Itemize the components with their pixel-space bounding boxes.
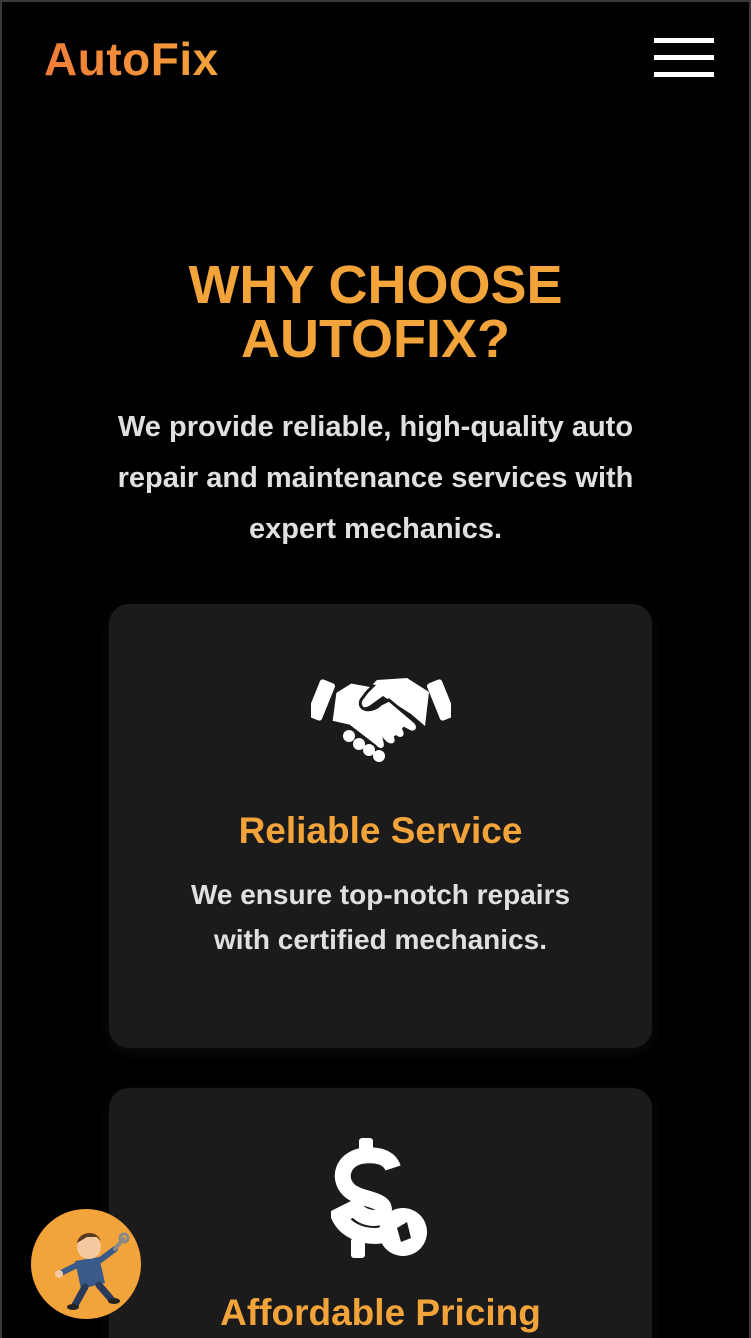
card-description: We ensure top-notch repairs with certifi… <box>169 872 592 962</box>
intro-line: repair and maintenance services with <box>117 462 634 494</box>
brand-logo[interactable]: AutoFix <box>44 32 219 86</box>
menu-bar <box>654 72 714 77</box>
menu-bar <box>654 55 714 60</box>
feature-card-reliable-service: Reliable Service We ensure top-notch rep… <box>109 604 652 1048</box>
intro-line: We provide reliable, high-quality auto <box>117 411 634 443</box>
menu-bar <box>654 38 714 43</box>
dollar-coin-icon <box>330 1138 427 1258</box>
card-description-line: We ensure top-notch repairs <box>190 879 571 910</box>
section-title-line: WHY CHOOSE <box>188 255 563 315</box>
hamburger-menu-icon[interactable] <box>654 38 714 78</box>
card-description-line: with certified mechanics. <box>214 924 547 955</box>
site-header: AutoFix <box>2 2 749 112</box>
intro-line: expert mechanics. <box>248 513 503 545</box>
mechanic-mascot-button[interactable] <box>31 1209 141 1319</box>
card-title: Affordable Pricing <box>220 1292 541 1333</box>
section-title-line: AUTOFIX? <box>241 309 510 369</box>
handshake-icon <box>310 678 451 762</box>
feature-card-affordable-pricing: Affordable Pricing <box>109 1088 652 1338</box>
section-title: WHY CHOOSE AUTOFIX? <box>2 258 749 366</box>
intro-paragraph: We provide reliable, high-quality auto r… <box>82 402 669 555</box>
card-title: Reliable Service <box>238 810 523 851</box>
mechanic-mascot-icon <box>55 1232 130 1310</box>
